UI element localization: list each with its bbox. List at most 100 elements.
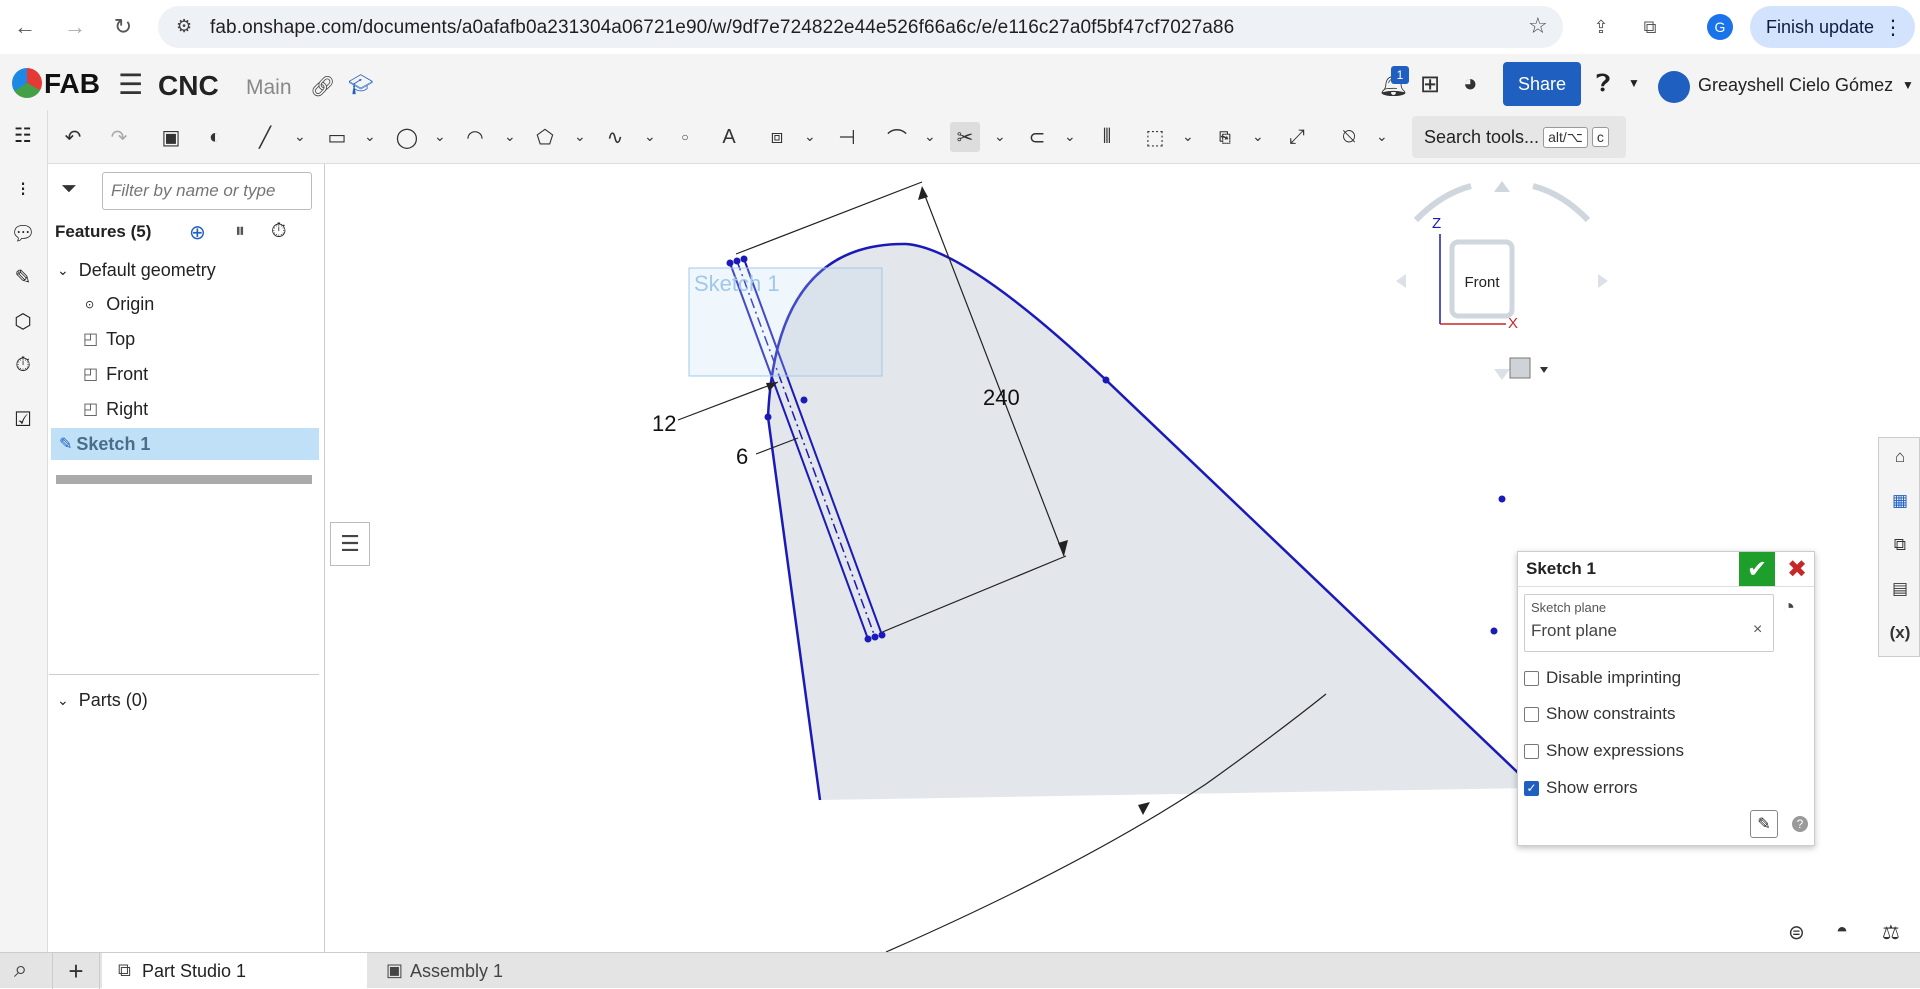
sketch-plane-clock-icon[interactable]: ◔ [1782, 594, 1795, 620]
reload-icon[interactable]: ↻ [108, 12, 138, 42]
help-icon[interactable]: ? [1792, 816, 1808, 832]
sketch-point[interactable] [878, 631, 886, 639]
normal-to-sketch-icon[interactable]: ⤢ [1282, 122, 1312, 152]
circle-chevron-down-icon[interactable]: ⌄ [434, 128, 448, 144]
sketch-point[interactable] [1490, 627, 1498, 635]
feature-list-icon[interactable]: ☷ [8, 120, 38, 150]
construction-icon[interactable]: ⧈ [762, 122, 792, 152]
tree-parts[interactable]: ⌄ Parts (0) [49, 684, 319, 716]
pause-icon[interactable]: ⏸︎ [235, 220, 245, 243]
add-folder-icon[interactable]: ⊕ [189, 220, 206, 245]
help-chevron-down-icon[interactable]: ▼ [1628, 76, 1640, 90]
tab-assembly-1[interactable]: ▣ Assembly 1 [370, 953, 640, 989]
checkbox-show-errors[interactable]: ✓ Show errors [1524, 776, 1638, 800]
material-icon[interactable]: ▦ [1887, 488, 1913, 514]
sketch-point[interactable] [871, 633, 879, 641]
sketch-point[interactable] [1102, 376, 1110, 384]
view-options-chevron-down-icon[interactable] [1540, 367, 1548, 373]
share-button[interactable]: Share [1503, 62, 1581, 106]
fillet-chevron-down-icon[interactable]: ⌄ [924, 128, 938, 144]
back-arrow-icon[interactable]: ← [10, 12, 40, 42]
panel-divider[interactable] [49, 674, 319, 675]
text-icon[interactable]: A [714, 122, 744, 152]
hamburger-menu-icon[interactable]: ☰ [118, 68, 143, 101]
rectangle-icon[interactable]: ▭ [322, 122, 352, 152]
filter-funnel-icon[interactable]: ⏷ [61, 178, 77, 201]
offset-chevron-down-icon[interactable]: ⌄ [1064, 128, 1078, 144]
mirror-icon[interactable]: ⫴ [1092, 122, 1122, 152]
sketch-tangent-chevron-down-icon[interactable]: ⌄ [1376, 128, 1390, 144]
line-chevron-down-icon[interactable]: ⌄ [294, 128, 308, 144]
view-down-arrow[interactable] [1494, 369, 1510, 380]
mass-properties-icon[interactable]: ⬡ [8, 306, 38, 336]
link-icon[interactable]: 🔗︎ [310, 74, 335, 99]
search-tabs-icon[interactable]: ⌕ [14, 956, 27, 984]
checkbox-box[interactable] [1524, 743, 1539, 759]
undo-icon[interactable]: ↶ [58, 122, 88, 152]
app-store-icon[interactable]: ⊞ [1420, 70, 1440, 99]
dimension-240-label[interactable]: 240 [983, 385, 1020, 410]
checkbox-box[interactable] [1524, 670, 1539, 686]
measure-tape-icon[interactable]: ⊜ [1788, 920, 1805, 945]
sketch-point[interactable] [800, 396, 808, 404]
rollback-timer-icon[interactable]: ⏱︎ [271, 220, 287, 243]
sketch-tangent-icon[interactable]: ⍉ [1334, 122, 1364, 152]
dimension-6-label[interactable]: 6 [736, 444, 748, 469]
variables-icon[interactable]: (x) [1887, 620, 1913, 646]
section-view-icon[interactable]: ◓ [1836, 920, 1848, 943]
trim-chevron-down-icon[interactable]: ⌄ [994, 128, 1008, 144]
comments-icon[interactable]: 💬︎ [8, 218, 38, 248]
checkbox-show-constraints[interactable]: Show constraints [1524, 702, 1675, 726]
assistant-brain-icon[interactable]: ◕ [1463, 70, 1478, 98]
spline-icon[interactable]: ∿ [600, 122, 630, 152]
sketch-point[interactable] [726, 259, 734, 267]
tree-item-right[interactable]: ◰ Right [49, 393, 319, 425]
checkbox-box[interactable] [1524, 706, 1539, 722]
sketch-point[interactable] [864, 635, 872, 643]
appearance-icon[interactable]: ⌂ [1887, 444, 1913, 470]
transform-chevron-down-icon[interactable]: ⌄ [1182, 128, 1196, 144]
configurations-icon[interactable]: ⧉ [1887, 532, 1913, 558]
sketch-region[interactable] [768, 243, 1534, 800]
tree-item-sketch[interactable]: ✎ Sketch 1 [51, 428, 319, 460]
profile-avatar[interactable]: G [1707, 14, 1733, 40]
accept-check-button[interactable]: ✔ [1739, 552, 1775, 586]
sketch-point[interactable] [764, 413, 772, 421]
search-tools-button[interactable]: Search tools... alt/⌥ c [1412, 116, 1626, 158]
add-variable-icon[interactable]: ⁝ [8, 174, 38, 204]
tab-part-studio-1[interactable]: ⧉ Part Studio 1 [102, 953, 367, 989]
cancel-close-button[interactable]: ✖ [1781, 552, 1813, 586]
notes-icon[interactable]: ✎ [8, 262, 38, 292]
clear-plane-icon[interactable]: × [1753, 621, 1762, 639]
forward-arrow-icon[interactable]: → [60, 12, 90, 42]
view-rotate-arc[interactable] [1413, 183, 1472, 223]
sketch-point[interactable] [740, 255, 748, 263]
user-avatar[interactable] [1658, 71, 1690, 103]
sketch-settings-icon[interactable]: ✎ [1750, 810, 1778, 838]
extensions-puzzle-icon[interactable]: ⧉ [1635, 12, 1665, 42]
polygon-icon[interactable]: ⬠ [530, 122, 560, 152]
measure-icon[interactable]: ▤ [1887, 576, 1913, 602]
address-bar[interactable]: ⚙ fab.onshape.com/documents/a0afafb0a231… [158, 6, 1563, 48]
history-timer-icon[interactable]: ⏱︎ [8, 350, 38, 380]
dimension-12-label[interactable]: 12 [652, 411, 676, 436]
rollback-bar[interactable] [56, 475, 312, 484]
tree-item-origin[interactable]: ⊙ Origin [49, 288, 319, 320]
user-chevron-down-icon[interactable]: ▼ [1902, 78, 1914, 92]
view-up-arrow[interactable] [1494, 181, 1510, 192]
redo-icon[interactable]: ↷ [104, 122, 134, 152]
arc-icon[interactable]: ◠ [460, 122, 490, 152]
dxf-import-icon[interactable]: ⎘ [1210, 122, 1240, 152]
tree-item-top[interactable]: ◰ Top [49, 323, 319, 355]
bookmark-star-icon[interactable]: ☆ [1528, 13, 1548, 39]
view-right-arrow[interactable] [1598, 274, 1608, 288]
feature-filter-input[interactable] [102, 172, 312, 210]
dimension-icon[interactable]: ⊣ [832, 122, 862, 152]
view-left-arrow[interactable] [1396, 274, 1406, 288]
rectangle-chevron-down-icon[interactable]: ⌄ [364, 128, 378, 144]
construction-chevron-down-icon[interactable]: ⌄ [804, 128, 818, 144]
spline-chevron-down-icon[interactable]: ⌄ [644, 128, 658, 144]
sketch-plane-field[interactable]: Sketch plane Front plane × [1524, 594, 1774, 652]
sketch-point[interactable] [1498, 495, 1506, 503]
checkbox-show-expressions[interactable]: Show expressions [1524, 739, 1684, 763]
